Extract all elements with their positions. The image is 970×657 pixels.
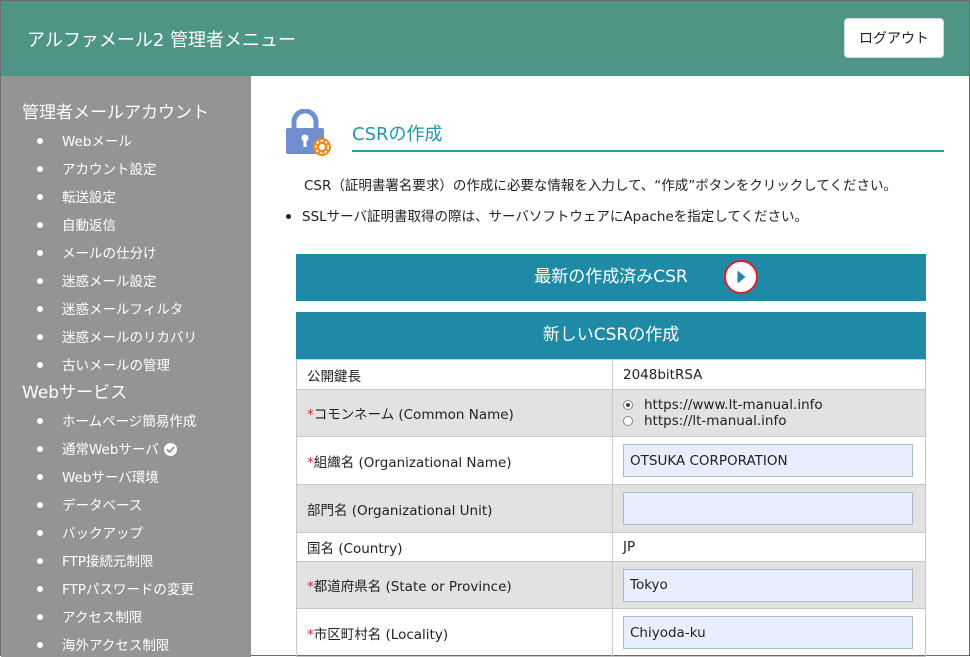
required-mark: * (307, 626, 314, 643)
locality-input[interactable] (623, 616, 913, 649)
sidebar-item-homepage-builder[interactable]: ホームページ簡易作成 (37, 410, 196, 430)
new-csr-header: 新しいCSRの作成 (296, 312, 926, 359)
state-label: 都道府県名 (State or Province) (313, 579, 512, 595)
sidebar-item-forwarding[interactable]: 転送設定 (37, 186, 116, 206)
form-row-key-length: 公開鍵長 2048bitRSA (296, 359, 926, 390)
required-mark: * (307, 579, 314, 595)
common-name-option-www[interactable]: https://www.lt-manual.info (623, 397, 915, 413)
common-name-option-root[interactable]: https://lt-manual.info (623, 413, 915, 429)
app-title: アルファメール2 管理者メニュー (27, 30, 296, 51)
page-description: CSR（証明書署名要求）の作成に必要な情報を入力して、“作成”ボタンをクリックし… (304, 178, 897, 194)
csr-form-table: 公開鍵長 2048bitRSA *コモンネーム (Common Name) ht… (296, 359, 926, 657)
form-row-state: *都道府県名 (State or Province) (296, 561, 926, 609)
sidebar-item-access-limit[interactable]: アクセス制限 (37, 606, 142, 626)
page-note: SSLサーバ証明書取得の際は、サーバソフトウェアにApacheを指定してください… (286, 205, 808, 225)
latest-csr-label: 最新の作成済みCSR (534, 267, 688, 287)
key-length-value: 2048bitRSA (612, 359, 926, 390)
page-title: CSRの作成 (352, 124, 443, 145)
required-mark: * (307, 407, 314, 423)
expand-arrow-button[interactable] (724, 260, 758, 294)
sidebar-item-old-mail[interactable]: 古いメールの管理 (37, 354, 170, 374)
sidebar-item-spam-settings[interactable]: 迷惑メール設定 (37, 270, 157, 290)
sidebar-item-web-server[interactable]: 通常Webサーバ (37, 438, 177, 458)
sidebar: 管理者メールアカウント Webメール アカウント設定 転送設定 自動返信 メール… (1, 76, 251, 657)
unit-label: 部門名 (Organizational Unit) (296, 484, 613, 533)
sidebar-item-backup[interactable]: バックアップ (37, 522, 143, 542)
country-value: JP (612, 532, 926, 562)
sidebar-item-spam-filter[interactable]: 迷惑メールフィルタ (37, 298, 183, 318)
caret-right-icon (737, 270, 746, 284)
country-label: 国名 (Country) (296, 532, 613, 562)
logout-button[interactable]: ログアウト (844, 18, 944, 58)
lock-gear-icon (285, 108, 331, 161)
sidebar-item-mail-sorting[interactable]: メールの仕分け (37, 242, 157, 262)
main-content: CSRの作成 CSR（証明書署名要求）の作成に必要な情報を入力して、“作成”ボタ… (252, 76, 969, 657)
common-name-label: コモンネーム (Common Name) (313, 407, 514, 423)
radio-unselected-icon[interactable] (623, 416, 633, 426)
organization-label: 組織名 (Organizational Name) (313, 454, 512, 471)
state-input[interactable] (623, 568, 913, 602)
check-circle-icon (163, 442, 177, 456)
sidebar-section-mail-account: 管理者メールアカウント (22, 103, 209, 123)
radio-selected-icon[interactable] (623, 400, 633, 410)
sidebar-item-account-settings[interactable]: アカウント設定 (37, 158, 157, 178)
key-length-label: 公開鍵長 (296, 359, 613, 390)
sidebar-item-overseas-access-limit[interactable]: 海外アクセス制限 (37, 634, 169, 654)
sidebar-item-database[interactable]: データベース (37, 494, 142, 514)
sidebar-item-web-server-env[interactable]: Webサーバ環境 (37, 466, 159, 486)
top-header: アルファメール2 管理者メニュー ログアウト (1, 1, 969, 76)
required-mark: * (307, 454, 314, 471)
sidebar-item-spam-recovery[interactable]: 迷惑メールのリカバリ (37, 326, 197, 346)
title-divider (352, 150, 944, 152)
unit-input[interactable] (623, 492, 913, 525)
sidebar-item-ftp-source-limit[interactable]: FTP接続元制限 (37, 550, 153, 570)
latest-csr-toggle[interactable]: 最新の作成済みCSR (296, 254, 926, 301)
form-row-unit: 部門名 (Organizational Unit) (296, 484, 926, 533)
form-row-common-name: *コモンネーム (Common Name) https://www.lt-man… (296, 389, 926, 437)
sidebar-item-webmail[interactable]: Webメール (37, 130, 132, 150)
form-row-organization: *組織名 (Organizational Name) (296, 436, 926, 485)
organization-input[interactable] (623, 444, 913, 477)
form-row-country: 国名 (Country) JP (296, 532, 926, 562)
sidebar-item-auto-reply[interactable]: 自動返信 (37, 214, 116, 234)
form-row-locality: *市区町村名 (Locality) (296, 608, 926, 657)
sidebar-section-web-services: Webサービス (22, 383, 128, 403)
locality-label: 市区町村名 (Locality) (313, 626, 449, 643)
sidebar-item-ftp-password[interactable]: FTPパスワードの変更 (37, 578, 194, 598)
